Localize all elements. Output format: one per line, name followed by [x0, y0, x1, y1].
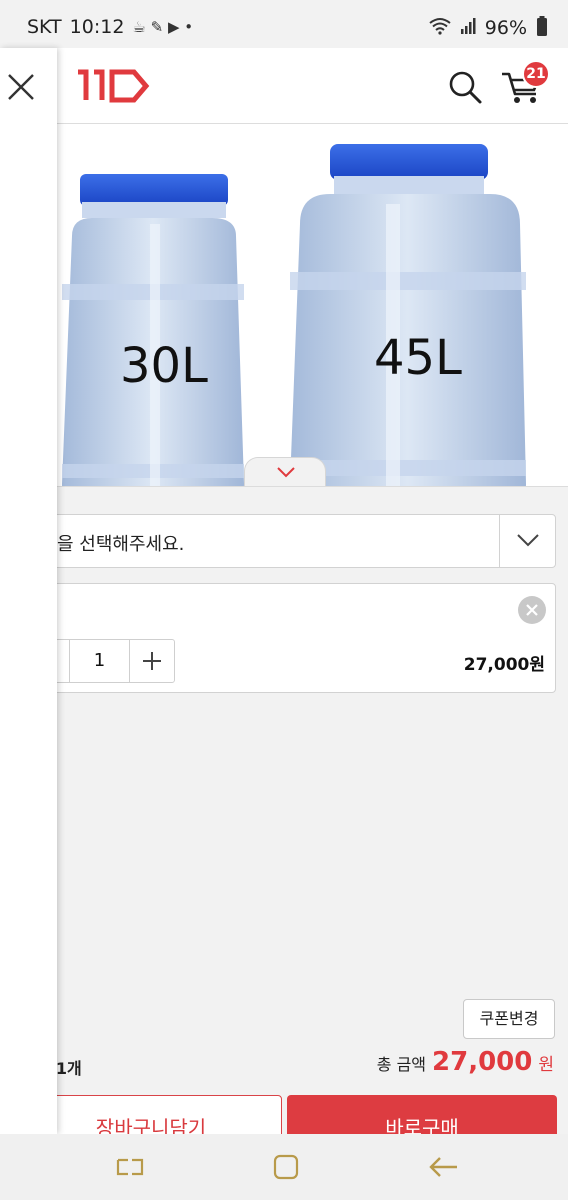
total-price: 총 금액 27,000 원	[377, 1047, 554, 1077]
battery-percent: 96%	[484, 17, 527, 39]
chevron-down-icon	[277, 467, 295, 478]
home-icon	[273, 1154, 299, 1180]
total-price-amount: 27,000	[432, 1047, 533, 1077]
back-icon	[429, 1157, 457, 1177]
total-price-label: 총 금액	[376, 1055, 427, 1074]
plus-icon	[143, 652, 161, 670]
quantity-increase-button[interactable]	[130, 640, 174, 682]
chevron-down-icon	[517, 534, 539, 547]
home-button[interactable]	[270, 1152, 302, 1182]
side-drawer	[0, 48, 57, 1134]
clock: 10:12	[69, 16, 125, 38]
purchase-panel: 을 선택해주세요. 1 27,000원 쿠폰변경 량 1개 총 금액 27,00…	[0, 486, 568, 1161]
item-price: 27,000원	[463, 655, 545, 675]
jar-45l-label: 45L	[374, 330, 462, 386]
selected-option-card: 1 27,000원	[20, 583, 556, 693]
wifi-icon	[429, 17, 451, 39]
drawer-close-button[interactable]	[6, 72, 36, 102]
cart-count-badge: 21	[522, 60, 550, 88]
search-button[interactable]	[446, 68, 484, 106]
total-price-unit: 원	[538, 1055, 554, 1075]
notification-icons: ☕ ✎ ▶ •	[132, 18, 194, 36]
search-icon	[449, 71, 482, 104]
option-select-placeholder: 을 선택해주세요.	[57, 534, 185, 555]
remove-option-button[interactable]	[518, 596, 546, 624]
back-button[interactable]	[428, 1152, 460, 1182]
product-page: 21 30L 45L 을 선택해주세요. 1 27,000원 쿠폰변경 1개 총…	[0, 48, 568, 1161]
close-icon	[526, 604, 538, 616]
quantity-value[interactable]: 1	[70, 640, 130, 682]
option-select[interactable]: 을 선택해주세요.	[20, 514, 556, 568]
jar-30l-label: 30L	[120, 338, 208, 394]
system-nav-bar	[0, 1134, 568, 1200]
coupon-change-button[interactable]: 쿠폰변경	[463, 999, 555, 1039]
recent-apps-button[interactable]	[114, 1152, 146, 1182]
total-quantity-value: 1개	[55, 1059, 82, 1078]
option-dropdown-button[interactable]	[499, 515, 555, 567]
close-icon	[8, 74, 34, 100]
recent-apps-icon	[116, 1158, 144, 1176]
signal-icon	[460, 18, 476, 38]
logo[interactable]	[72, 66, 152, 106]
panel-collapse-tab[interactable]	[244, 457, 326, 487]
battery-icon	[536, 16, 548, 40]
carrier-label: SKT	[27, 16, 62, 38]
app-header: 21	[0, 48, 568, 124]
